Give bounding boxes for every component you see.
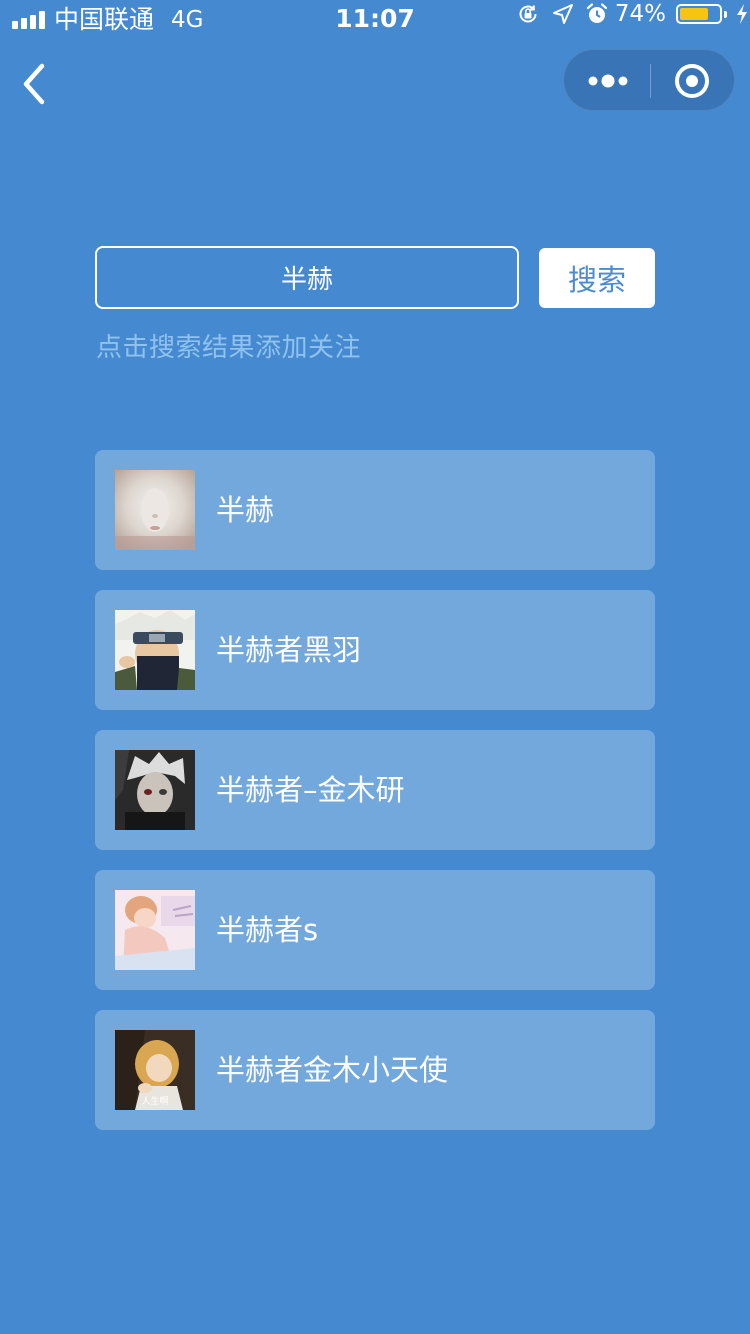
status-bar: 中国联通 4G 11:07 74%	[0, 0, 750, 40]
battery-level-fill	[680, 8, 709, 20]
avatar: 人生啊	[115, 1030, 195, 1110]
close-mini-program-button[interactable]	[651, 50, 735, 110]
search-input[interactable]	[95, 246, 519, 309]
result-name: 半赫者s	[216, 913, 319, 947]
search-button[interactable]: 搜索	[539, 248, 655, 308]
orientation-lock-icon	[519, 5, 537, 23]
result-name: 半赫者–金木研	[216, 773, 405, 807]
chevron-left-icon	[23, 63, 45, 105]
search-result-item[interactable]: 半赫	[95, 450, 655, 570]
result-name: 半赫者黑羽	[216, 633, 362, 667]
search-result-item[interactable]: 半赫者s	[95, 870, 655, 990]
avatar	[115, 890, 195, 970]
search-result-item[interactable]: 半赫者–金木研	[95, 730, 655, 850]
battery-percent: 74%	[614, 1, 666, 27]
battery-icon	[676, 4, 727, 24]
result-name: 半赫	[216, 493, 275, 527]
alarm-icon	[586, 3, 608, 23]
search-result-item[interactable]: 半赫者黑羽	[95, 590, 655, 710]
back-button[interactable]	[14, 60, 58, 108]
avatar-caption: 人生啊	[141, 1095, 168, 1107]
avatar	[115, 470, 195, 550]
charging-icon	[737, 4, 747, 24]
avatar	[115, 750, 195, 830]
result-name: 半赫者金木小天使	[216, 1053, 449, 1087]
search-hint: 点击搜索结果添加关注	[96, 333, 362, 363]
more-menu-button[interactable]	[564, 50, 650, 110]
location-icon	[553, 4, 573, 24]
avatar	[115, 610, 195, 690]
search-result-item[interactable]: 人生啊 半赫者金木小天使	[95, 1010, 655, 1130]
more-dots-icon	[588, 74, 628, 88]
target-circle-icon	[675, 64, 709, 98]
mini-program-capsule	[563, 49, 735, 111]
